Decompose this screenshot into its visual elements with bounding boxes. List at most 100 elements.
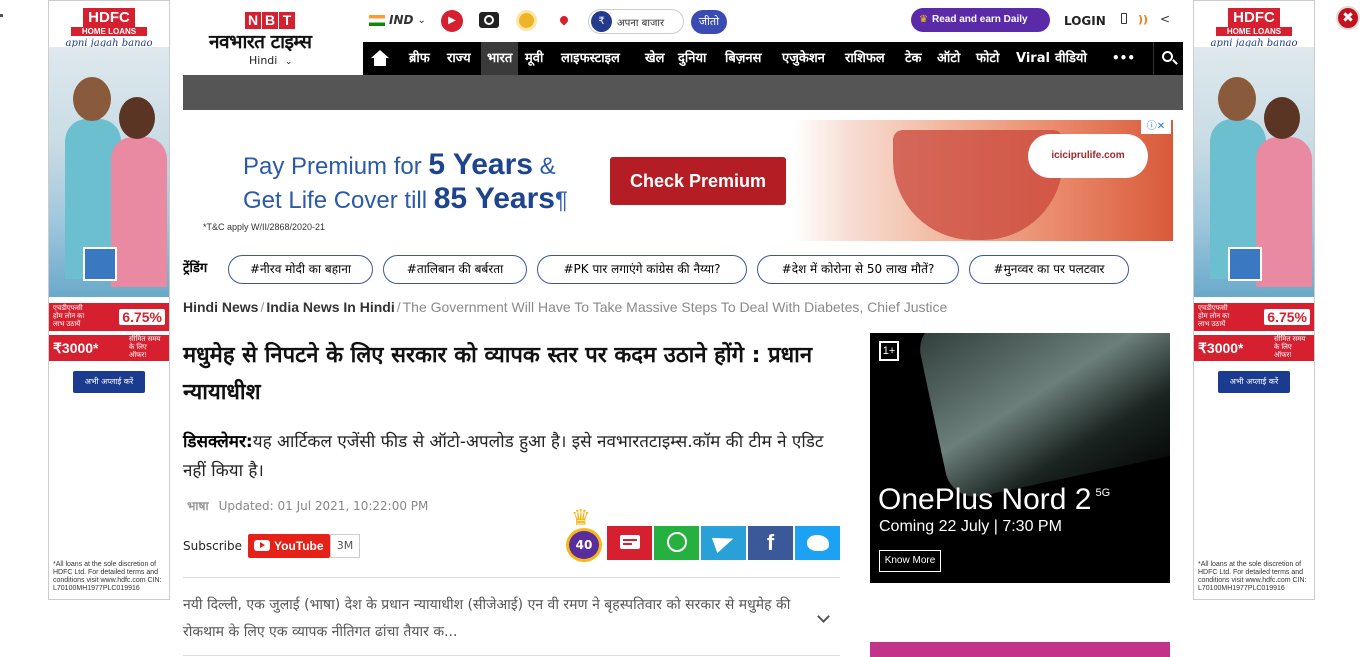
ad-fine-print: *All loans at the sole discretion of HDF… <box>53 561 162 592</box>
left-side-ad[interactable]: HDFC HOME LOANS apni jagah banao एचडीएफस… <box>48 0 170 600</box>
rupee-bag-icon: ₹ <box>591 11 612 32</box>
banner-ad[interactable]: Pay Premium for 5 Years & Get Life Cover… <box>193 120 1173 241</box>
nav-item-state[interactable]: राज्य <box>447 42 471 75</box>
jeeto-button[interactable]: जीतो <box>691 10 727 34</box>
logo-name: नवभारत टाइम्स <box>209 31 312 53</box>
ad-fine-print: *All loans at the sole discretion of HDF… <box>1198 561 1307 592</box>
apna-bazaar-button[interactable]: ₹ अपना बाजार <box>588 9 684 34</box>
language-selector[interactable]: Hindi ⌄ <box>249 54 292 67</box>
breadcrumb: Hindi News / India News In Hindi / The Gover… <box>183 299 947 315</box>
login-link[interactable]: LOGIN <box>1064 14 1106 28</box>
play-icon[interactable]: ▶ <box>441 10 463 32</box>
nav-item-sports[interactable]: खेल <box>645 42 664 75</box>
facebook-button[interactable]: f <box>748 526 793 560</box>
expand-chevron-icon[interactable] <box>816 610 834 628</box>
read-earn-button[interactable]: ♛ Read and earn Daily <box>911 8 1050 32</box>
nav-item-education[interactable]: एजुकेशन <box>782 42 825 75</box>
banner-fine-print: *T&C apply W/II/2868/2020-21 <box>203 222 326 232</box>
comment-button[interactable] <box>607 526 652 560</box>
nav-item-tech[interactable]: टेक <box>905 42 922 75</box>
banner-line-1: Pay Premium for 5 Years & <box>243 148 556 181</box>
oneplus-date: Coming 22 July | 7:30 PM <box>879 518 1062 535</box>
breadcrumb-current: The Government Will Have To Take Massive… <box>402 299 948 315</box>
icici-logo: iciciprulife.com <box>1028 134 1148 178</box>
rate-value: 6.75% <box>1264 309 1310 325</box>
offer-strip: ₹3000* सीमित समय के लिए ऑफर! <box>49 335 169 361</box>
sub-nav-strip <box>183 75 1183 110</box>
search-icon[interactable] <box>1153 42 1183 75</box>
banner-family-image: iciciprulife.com <box>793 120 1173 241</box>
check-premium-button[interactable]: Check Premium <box>610 157 786 205</box>
hdfc-logo-text: HDFC <box>83 8 135 27</box>
nav-item-video[interactable]: वीडियो <box>1055 42 1087 75</box>
youtube-icon <box>254 540 270 551</box>
close-ad-button[interactable]: ✖ <box>1336 6 1360 30</box>
site-logo[interactable]: N B T नवभारत टाइम्स Hindi ⌄ <box>183 0 363 75</box>
more-menu-icon[interactable]: ••• <box>1112 42 1135 75</box>
ad-apply-button[interactable]: अभी अप्लाई करें <box>1218 371 1290 393</box>
rss-icon[interactable]: )) <box>1138 13 1148 26</box>
nav-item-photo[interactable]: फोटो <box>976 42 999 75</box>
nav-item-lifestyle[interactable]: लाइफस्टाइल <box>561 42 620 75</box>
close-icon: ✖ <box>1342 10 1354 26</box>
adchoices-icon[interactable]: ⓘ✕ <box>1141 120 1171 134</box>
mobile-icon[interactable] <box>1121 13 1127 24</box>
ad-apply-button[interactable]: अभी अप्लाई करें <box>73 371 145 393</box>
apna-bazaar-label: अपना बाजार <box>617 18 665 29</box>
trending-tag[interactable]: #देश में कोरोना से 50 लाख मौतें? <box>757 255 959 284</box>
oneplus-ad[interactable]: 1+ OnePlus Nord 2 5G Coming 22 July | 7:3… <box>870 333 1170 583</box>
nav-item-horoscope[interactable]: राशिफल <box>845 42 885 75</box>
twitter-icon <box>806 535 829 551</box>
second-ad-strip[interactable] <box>870 642 1170 657</box>
article-source: भाषा <box>187 499 209 513</box>
home-icon[interactable] <box>366 42 394 75</box>
chevron-down-icon: ⌄ <box>284 57 293 67</box>
logo-letter: T <box>279 12 295 29</box>
trending-tag[interactable]: #नीरव मोदी का बहाना <box>228 255 373 284</box>
nav-item-india[interactable]: भारत <box>481 42 519 75</box>
location-icon[interactable] <box>558 14 570 26</box>
banner-line-2: Get Life Cover till 85 Years¶ <box>243 182 568 215</box>
subscriber-count: 3M <box>330 534 360 558</box>
know-more-button[interactable]: Know More <box>879 550 941 572</box>
youtube-subscribe-button[interactable]: YouTube <box>248 534 330 558</box>
trending-tag[interactable]: #PK पार लगाएंगे कांग्रेस की नैय्या? <box>537 255 747 284</box>
nav-item-brief[interactable]: ब्रीफ <box>409 42 430 75</box>
offer-value: ₹3000* <box>53 339 99 356</box>
podcast-icon[interactable] <box>516 10 537 31</box>
youtube-label: YouTube <box>274 539 324 553</box>
article-summary: नयी दिल्ली, एक जुलाई (भाषा) देश के प्रधा… <box>183 597 791 640</box>
camera-icon[interactable] <box>479 12 499 28</box>
nav-item-viral[interactable]: Viral <box>1016 42 1050 75</box>
hdfc-logo-text: HDFC <box>1228 8 1280 27</box>
offer-strip: ₹3000* सीमित समय के लिए ऑफर! <box>1194 335 1314 361</box>
logo-letter: B <box>262 12 278 29</box>
telegram-button[interactable] <box>701 526 746 560</box>
trending-tag[interactable]: #मुनव्वर का पर पलटवार <box>969 255 1129 284</box>
comment-icon <box>619 535 640 549</box>
article-meta: भाषा Updated: 01 Jul 2021, 10:22:00 PM <box>187 497 428 514</box>
edition-label: IND <box>389 13 414 27</box>
breadcrumb-separator: / <box>260 299 265 315</box>
disclaimer: डिसक्लेमर:यह आर्टिकल एजेंसी फीड से ऑटो-अ… <box>183 428 843 486</box>
nav-item-movie[interactable]: मूवी <box>525 42 543 75</box>
disclaimer-label: डिसक्लेमर: <box>183 432 253 452</box>
nav-item-world[interactable]: दुनिया <box>678 42 706 75</box>
right-side-ad[interactable]: HDFC HOME LOANS apni jagah banao एचडीएफस… <box>1193 0 1315 600</box>
whatsapp-button[interactable] <box>654 526 699 560</box>
breadcrumb-section[interactable]: India News In Hindi <box>266 299 394 315</box>
points-badge[interactable]: ♛ 40 <box>566 508 602 562</box>
trending-tag[interactable]: #तालिबान की बर्बरता <box>383 255 527 284</box>
offer-note: सीमित समय के लिए ऑफर! <box>1274 336 1306 359</box>
nav-item-business[interactable]: बिज़नस <box>725 42 761 75</box>
article-headline: मधुमेह से निपटने के लिए सरकार को व्यापक … <box>183 343 813 405</box>
read-earn-label: Read and earn Daily <box>931 14 1028 25</box>
points-count: 40 <box>566 528 602 562</box>
hdfc-logo: HDFC HOME LOANS apni jagah banao <box>49 1 169 49</box>
nav-item-auto[interactable]: ऑटो <box>937 42 960 75</box>
twitter-button[interactable] <box>795 526 840 560</box>
share-icon[interactable]: < <box>1160 12 1170 26</box>
breadcrumb-home[interactable]: Hindi News <box>183 299 258 315</box>
edition-selector[interactable]: IND ⌄ <box>369 13 426 27</box>
hdfc-logo: HDFC HOME LOANS apni jagah banao <box>1194 1 1314 49</box>
